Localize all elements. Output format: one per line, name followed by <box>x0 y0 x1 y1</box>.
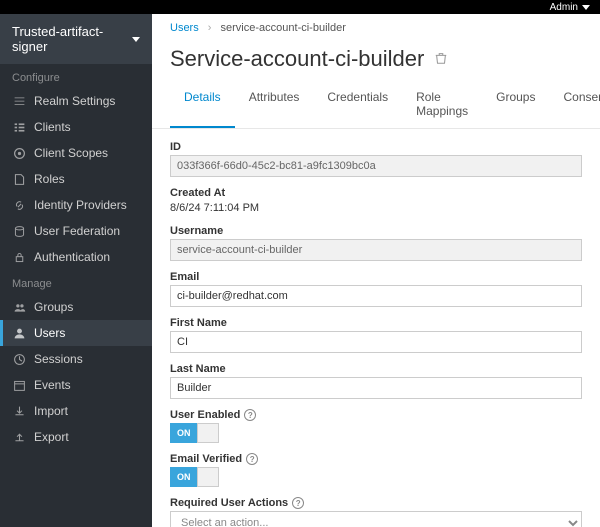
username-field <box>170 239 582 261</box>
help-icon[interactable]: ? <box>244 409 256 421</box>
sidebar-item-client-scopes[interactable]: Client Scopes <box>0 140 152 166</box>
calendar-icon <box>12 378 26 392</box>
sidebar-item-label: Client Scopes <box>34 146 108 160</box>
help-icon[interactable]: ? <box>246 453 258 465</box>
sidebar-item-export[interactable]: Export <box>0 424 152 450</box>
toggle-off-pad <box>197 423 219 443</box>
first-name-field[interactable] <box>170 331 582 353</box>
sidebar-item-label: User Federation <box>34 224 120 238</box>
clock-icon <box>12 352 26 366</box>
user-icon <box>12 326 26 340</box>
delete-user-button[interactable] <box>434 51 448 68</box>
sidebar-item-label: Identity Providers <box>34 198 127 212</box>
sidebar-item-label: Users <box>34 326 65 340</box>
breadcrumb-current: service-account-ci-builder <box>221 22 346 34</box>
import-icon <box>12 404 26 418</box>
toggle-off-pad <box>197 467 219 487</box>
sidebar-item-label: Export <box>34 430 69 444</box>
sidebar-item-events[interactable]: Events <box>0 372 152 398</box>
id-field <box>170 155 582 177</box>
sidebar-item-groups[interactable]: Groups <box>0 294 152 320</box>
topbar-admin-menu[interactable]: Admin <box>546 2 590 13</box>
breadcrumb: Users › service-account-ci-builder <box>152 14 600 42</box>
list-icon <box>12 120 26 134</box>
breadcrumb-users[interactable]: Users <box>170 22 199 34</box>
help-icon[interactable]: ? <box>292 497 304 509</box>
users-icon <box>12 300 26 314</box>
admin-label: Admin <box>550 2 578 13</box>
sidebar-item-authentication[interactable]: Authentication <box>0 244 152 270</box>
sidebar-item-label: Sessions <box>34 352 83 366</box>
tab-details[interactable]: Details <box>170 82 235 128</box>
database-icon <box>12 224 26 238</box>
sidebar-item-label: Roles <box>34 172 65 186</box>
sidebar-item-roles[interactable]: Roles <box>0 166 152 192</box>
username-label: Username <box>170 225 223 237</box>
sidebar-item-label: Groups <box>34 300 73 314</box>
realm-name: Trusted-artifact-signer <box>12 24 132 54</box>
last-name-field[interactable] <box>170 377 582 399</box>
chevron-down-icon <box>582 5 590 10</box>
required-actions-label: Required User Actions <box>170 497 288 509</box>
last-name-label: Last Name <box>170 363 226 375</box>
sidebar-item-label: Realm Settings <box>34 94 115 108</box>
first-name-label: First Name <box>170 317 227 329</box>
tab-consents[interactable]: Consents <box>549 82 600 128</box>
sidebar-item-label: Clients <box>34 120 71 134</box>
created-at-label: Created At <box>170 187 225 199</box>
id-label: ID <box>170 141 181 153</box>
tab-role-mappings[interactable]: Role Mappings <box>402 82 482 128</box>
link-icon <box>12 198 26 212</box>
user-enabled-label: User Enabled <box>170 409 240 421</box>
email-verified-toggle[interactable]: ON <box>170 467 582 487</box>
sidebar-item-users[interactable]: Users <box>0 320 152 346</box>
sidebar-item-identity-providers[interactable]: Identity Providers <box>0 192 152 218</box>
sidebar-item-label: Authentication <box>34 250 110 264</box>
sliders-icon <box>12 94 26 108</box>
sidebar-category-configure: Configure <box>0 64 152 88</box>
sidebar-item-user-federation[interactable]: User Federation <box>0 218 152 244</box>
tab-credentials[interactable]: Credentials <box>313 82 402 128</box>
email-verified-label: Email Verified <box>170 453 242 465</box>
lock-icon <box>12 250 26 264</box>
sidebar-category-manage: Manage <box>0 270 152 294</box>
chevron-down-icon <box>132 37 140 42</box>
sidebar-item-label: Events <box>34 378 71 392</box>
sidebar-item-clients[interactable]: Clients <box>0 114 152 140</box>
toggle-on-label: ON <box>170 423 197 443</box>
tab-attributes[interactable]: Attributes <box>235 82 314 128</box>
email-label: Email <box>170 271 199 283</box>
tab-groups[interactable]: Groups <box>482 82 549 128</box>
breadcrumb-separator: › <box>208 22 212 34</box>
required-actions-select[interactable]: Select an action... <box>170 511 582 527</box>
sidebar-item-realm-settings[interactable]: Realm Settings <box>0 88 152 114</box>
sidebar-item-label: Import <box>34 404 68 418</box>
toggle-on-label: ON <box>170 467 197 487</box>
realm-selector[interactable]: Trusted-artifact-signer <box>0 14 152 64</box>
email-field[interactable] <box>170 285 582 307</box>
scope-icon <box>12 146 26 160</box>
file-icon <box>12 172 26 186</box>
sidebar-item-sessions[interactable]: Sessions <box>0 346 152 372</box>
sidebar-item-import[interactable]: Import <box>0 398 152 424</box>
user-enabled-toggle[interactable]: ON <box>170 423 582 443</box>
created-at-value: 8/6/24 7:11:04 PM <box>170 201 582 215</box>
page-title: Service-account-ci-builder <box>170 46 424 72</box>
export-icon <box>12 430 26 444</box>
